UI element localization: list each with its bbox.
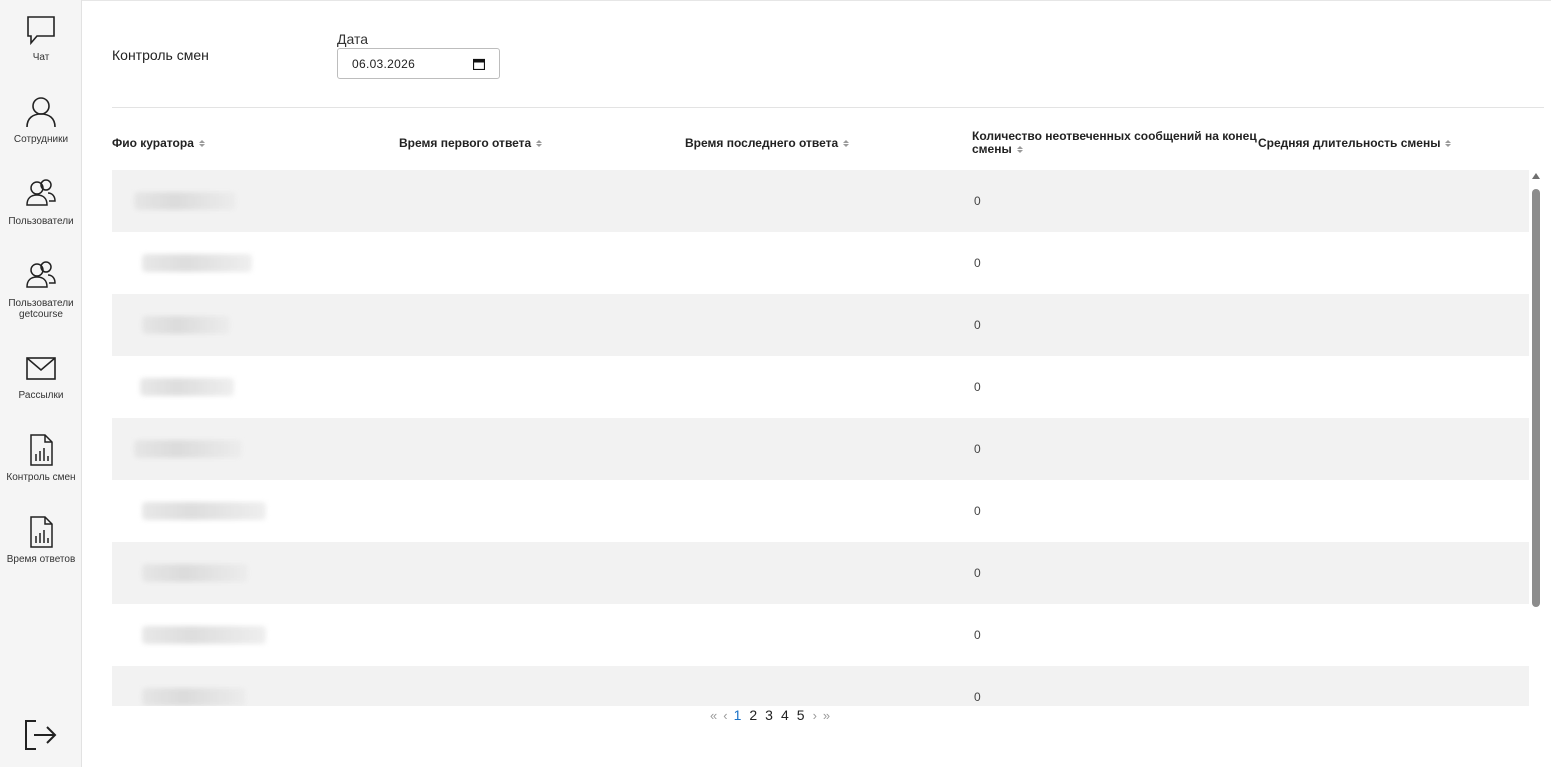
sidebar-item-label: Чат: [32, 52, 50, 63]
sort-icon[interactable]: [1445, 140, 1452, 148]
sidebar-item-users-getcourse[interactable]: Пользователи getcourse: [0, 260, 82, 320]
table-row[interactable]: 0: [112, 604, 1529, 666]
sort-icon[interactable]: [1016, 146, 1023, 154]
sidebar-item-label: Рассылки: [18, 390, 64, 401]
curator-name-redacted: [142, 564, 248, 582]
unanswered-count: 0: [974, 442, 981, 456]
header-divider: [112, 107, 1544, 108]
sort-icon[interactable]: [536, 140, 543, 148]
logout-icon: [25, 720, 57, 750]
sidebar: Чат Сотрудники Пользователи Пользователи…: [0, 0, 82, 767]
page-title: Контроль смен: [112, 47, 209, 63]
table-row[interactable]: 0: [112, 542, 1529, 604]
table-row[interactable]: 0: [112, 232, 1529, 294]
unanswered-count: 0: [974, 380, 981, 394]
sidebar-item-label: Сотрудники: [13, 134, 69, 145]
table-row[interactable]: 0: [112, 170, 1529, 232]
unanswered-count: 0: [974, 318, 981, 332]
unanswered-count: 0: [974, 566, 981, 580]
column-header-avg-duration[interactable]: Средняя длительность смены: [1258, 137, 1452, 150]
column-header-first-response[interactable]: Время первого ответа: [399, 137, 543, 150]
page-button-2[interactable]: 2: [749, 707, 757, 723]
report-icon: [30, 516, 53, 548]
table-body: 0 0 0 0 0 0 0 0 0: [112, 170, 1529, 706]
unanswered-count: 0: [974, 194, 981, 208]
last-page-button[interactable]: »: [823, 708, 830, 723]
scrollbar-thumb[interactable]: [1532, 189, 1540, 607]
column-header-curator[interactable]: Фио куратора: [112, 137, 205, 150]
sidebar-item-label: Пользователи: [8, 216, 74, 227]
table-row[interactable]: 0: [112, 294, 1529, 356]
page-button-4[interactable]: 4: [781, 707, 789, 723]
page-button-3[interactable]: 3: [765, 707, 773, 723]
curator-name-redacted: [140, 378, 234, 396]
logout-button[interactable]: [22, 718, 58, 757]
curator-name-redacted: [142, 254, 252, 272]
sort-icon[interactable]: [843, 140, 850, 148]
sidebar-item-response-time[interactable]: Время ответов: [0, 516, 82, 565]
first-page-button[interactable]: «: [710, 708, 717, 723]
envelope-icon: [26, 357, 56, 380]
date-label: Дата: [337, 31, 369, 47]
report-icon: [30, 434, 53, 466]
sidebar-item-label: Контроль смен: [6, 472, 76, 483]
unanswered-count: 0: [974, 628, 981, 642]
table-row[interactable]: 0: [112, 666, 1529, 706]
main-content: Контроль смен Дата 06.03.2026 Фио курато…: [82, 0, 1551, 767]
table-row[interactable]: 0: [112, 356, 1529, 418]
unanswered-count: 0: [974, 504, 981, 518]
next-page-button[interactable]: ›: [813, 708, 817, 723]
app-root: Чат Сотрудники Пользователи Пользователи…: [0, 0, 1551, 767]
curator-name-redacted: [142, 316, 230, 334]
curator-name-redacted: [134, 440, 242, 458]
calendar-icon[interactable]: [473, 58, 485, 70]
prev-page-button[interactable]: ‹: [723, 708, 727, 723]
sort-icon[interactable]: [198, 140, 205, 148]
sidebar-item-users[interactable]: Пользователи: [0, 178, 82, 227]
pagination: « ‹ 1 2 3 4 5 › »: [710, 707, 836, 723]
table-row[interactable]: 0: [112, 480, 1529, 542]
chat-icon: [27, 16, 55, 46]
sidebar-item-employees[interactable]: Сотрудники: [0, 96, 82, 145]
curator-name-redacted: [142, 688, 246, 706]
date-value: 06.03.2026: [352, 56, 416, 71]
page-button-1[interactable]: 1: [734, 707, 742, 723]
page-button-5[interactable]: 5: [797, 707, 805, 723]
person-icon: [26, 97, 56, 128]
unanswered-count: 0: [974, 256, 981, 270]
curator-name-redacted: [142, 626, 266, 644]
sidebar-item-chat[interactable]: Чат: [0, 14, 82, 63]
sidebar-item-shift-control[interactable]: Контроль смен: [0, 434, 82, 483]
users-icon: [26, 179, 56, 206]
curator-name-redacted: [142, 502, 266, 520]
sidebar-item-label: Время ответов: [6, 554, 76, 565]
sidebar-item-mailings[interactable]: Рассылки: [0, 352, 82, 401]
column-header-last-response[interactable]: Время последнего ответа: [685, 137, 850, 150]
users-icon: [26, 261, 56, 288]
table-row[interactable]: 0: [112, 418, 1529, 480]
sidebar-item-label: Пользователи getcourse: [8, 298, 74, 320]
scroll-up-arrow-icon[interactable]: [1532, 173, 1540, 179]
curator-name-redacted: [134, 192, 236, 210]
table-scrollbar[interactable]: [1530, 173, 1542, 707]
unanswered-count: 0: [974, 690, 981, 704]
column-header-unanswered[interactable]: Количество неотвеченных сообщений на кон…: [972, 130, 1262, 156]
date-field[interactable]: 06.03.2026: [337, 48, 500, 79]
